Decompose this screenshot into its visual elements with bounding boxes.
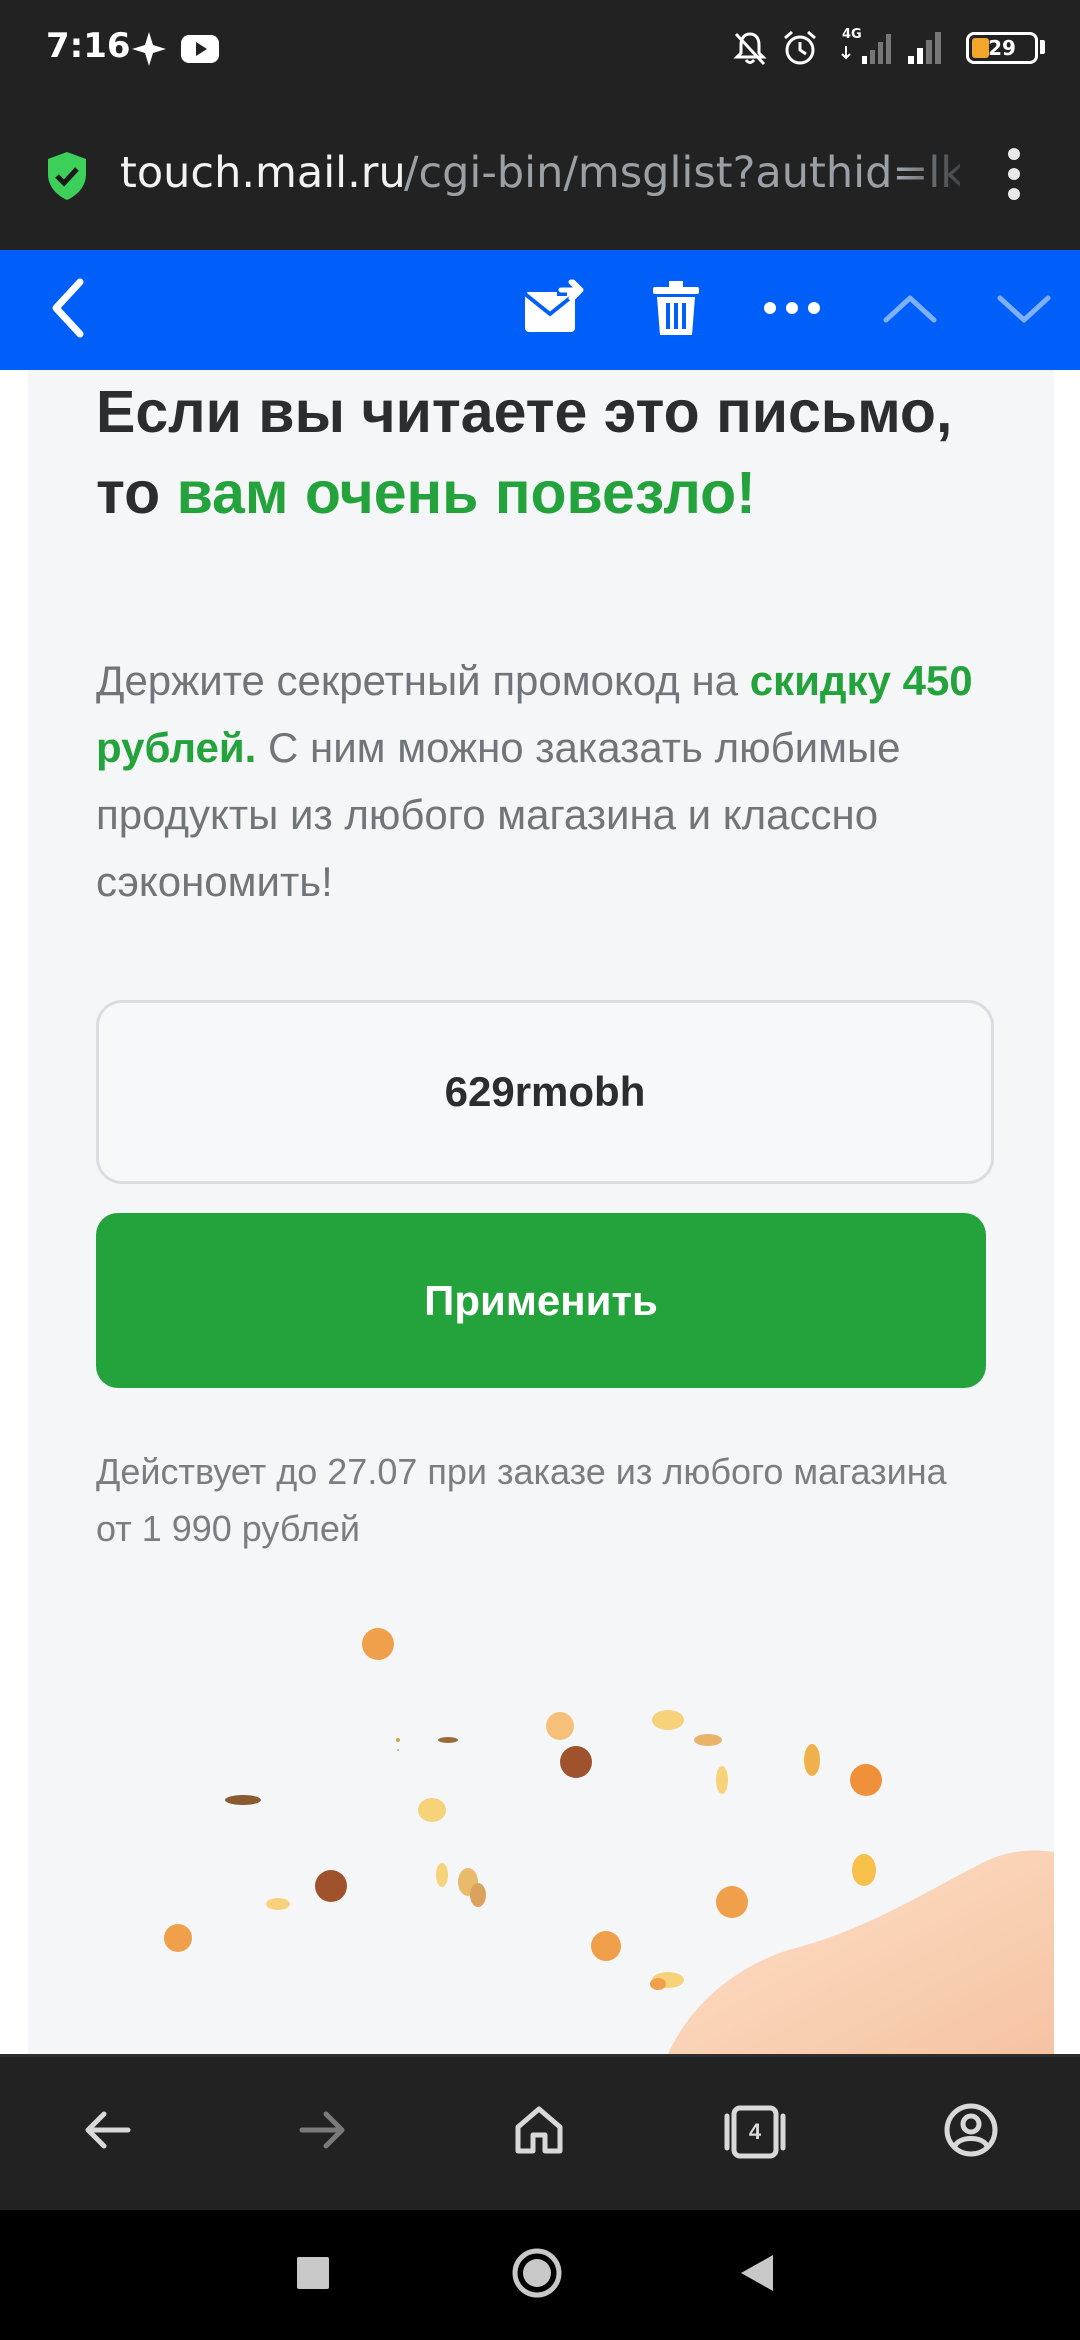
circle-icon [511, 2247, 563, 2304]
shield-check-icon[interactable] [44, 150, 90, 207]
bell-muted-icon [730, 28, 770, 73]
svg-text:4G: 4G [842, 27, 862, 42]
tabs-count: 4 [748, 2119, 762, 2144]
back-chevron-icon [48, 276, 88, 345]
alarm-icon [780, 28, 820, 73]
home-system-button[interactable] [492, 2230, 582, 2320]
signal-icon [904, 26, 950, 71]
back-button[interactable] [30, 250, 106, 370]
youtube-icon [180, 34, 220, 69]
trash-icon [651, 279, 701, 342]
home-icon [513, 2105, 565, 2160]
next-message-button[interactable] [984, 250, 1064, 370]
chevron-up-icon [882, 292, 938, 329]
more-button[interactable] [752, 250, 832, 370]
battery-percent: 29 [988, 36, 1016, 60]
delete-button[interactable] [636, 250, 716, 370]
recents-button[interactable] [268, 2230, 358, 2320]
email-headline: Если вы читаете это письмо, то вам очень… [96, 372, 996, 534]
promo-code[interactable]: 629rmobh [445, 1068, 646, 1116]
move-to-folder-button[interactable] [514, 250, 594, 370]
status-bar: 7:16 4G 29 [0, 0, 1080, 100]
square-icon [296, 2256, 330, 2295]
move-to-folder-icon [521, 278, 587, 343]
tabs-icon: 4 [723, 2104, 787, 2160]
headline-highlight: вам очень повезло! [176, 460, 756, 526]
battery-indicator: 29 [966, 32, 1038, 64]
sparkle-icon [130, 30, 168, 73]
url-fade [900, 140, 980, 210]
more-icon [762, 300, 822, 321]
promo-code-box[interactable]: 629rmobh [96, 1000, 994, 1184]
triangle-back-icon [739, 2253, 775, 2298]
back-system-button[interactable] [712, 2230, 802, 2320]
previous-message-button[interactable] [870, 250, 950, 370]
nav-home-button[interactable] [494, 2064, 584, 2200]
nav-forward-button[interactable] [278, 2064, 368, 2200]
forward-arrow-icon [298, 2110, 348, 2155]
signal-4g-icon: 4G [838, 24, 898, 73]
coins-illustration [164, 1628, 1054, 2054]
url-host[interactable]: touch.mail.ru [120, 148, 406, 198]
back-arrow-icon [82, 2110, 132, 2155]
nav-tabs-button[interactable]: 4 [710, 2064, 800, 2200]
apply-button-label: Применить [424, 1276, 658, 1324]
nav-back-button[interactable] [62, 2064, 152, 2200]
nav-account-button[interactable] [926, 2064, 1016, 2200]
mail-toolbar [0, 250, 1080, 370]
promo-terms: Действует до 27.07 при заказе из любого … [96, 1451, 947, 1549]
account-icon [943, 2102, 999, 2163]
apply-button[interactable]: Применить [96, 1213, 986, 1388]
battery-tip [1040, 40, 1045, 54]
kebab-menu-icon[interactable] [1002, 146, 1026, 207]
chevron-down-icon [996, 292, 1052, 329]
email-paragraph: Держите секретный промокод на скидку 450… [96, 647, 1016, 915]
paragraph-text: Держите секретный промокод на [96, 657, 750, 704]
url-path[interactable]: /cgi-bin/msglist?authid=lk [404, 148, 960, 198]
status-time: 7:16 [46, 26, 131, 66]
